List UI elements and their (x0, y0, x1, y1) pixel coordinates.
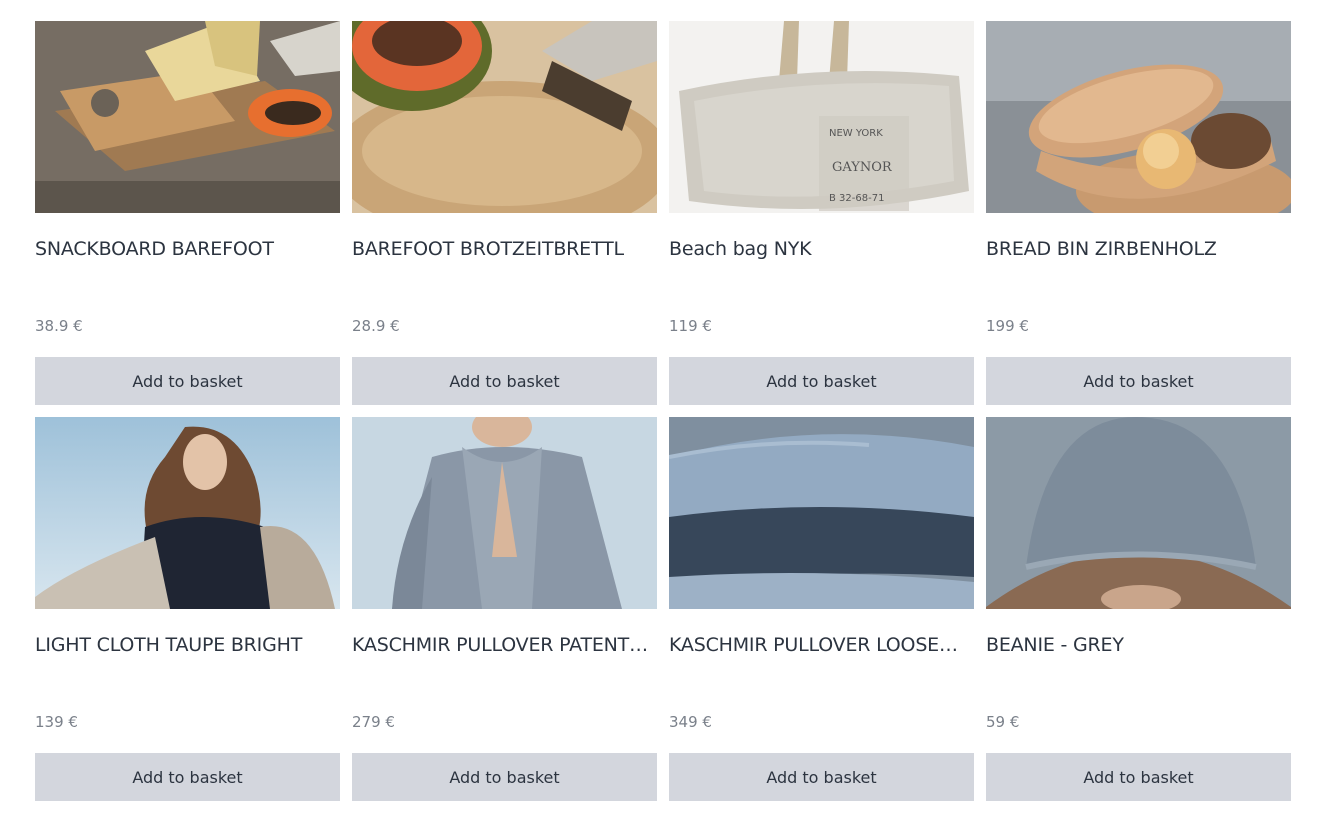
product-image-pullover-loose[interactable] (669, 417, 974, 609)
product-image-snackboard[interactable] (35, 21, 340, 213)
product-card: SNACKBOARD BAREFOOT 38.9 € Add to basket (35, 21, 340, 405)
product-card: LIGHT CLOTH TAUPE BRIGHT 139 € Add to ba… (35, 417, 340, 801)
product-grid: SNACKBOARD BAREFOOT 38.9 € Add to basket… (35, 21, 1291, 801)
product-price: 119 € (669, 317, 712, 335)
product-card: NEW YORK GAYNOR B 32-68-71 Beach bag NYK… (669, 21, 974, 405)
product-price: 349 € (669, 713, 712, 731)
product-card: BAREFOOT BROTZEITBRETTL 28.9 € Add to ba… (352, 21, 657, 405)
product-price: 279 € (352, 713, 395, 731)
product-price: 28.9 € (352, 317, 400, 335)
product-card: KASCHMIR PULLOVER PATENT… 279 € Add to b… (352, 417, 657, 801)
product-image-pullover-patent[interactable] (352, 417, 657, 609)
product-card: KASCHMIR PULLOVER LOOSE… 349 € Add to ba… (669, 417, 974, 801)
svg-text:NEW YORK: NEW YORK (829, 128, 883, 139)
product-price: 139 € (35, 713, 78, 731)
product-card: BREAD BIN ZIRBENHOLZ 199 € Add to basket (986, 21, 1291, 405)
add-to-basket-button[interactable]: Add to basket (669, 753, 974, 801)
product-title[interactable]: BAREFOOT BROTZEITBRETTL (352, 238, 657, 260)
svg-text:B 32-68-71: B 32-68-71 (829, 193, 884, 204)
add-to-basket-button[interactable]: Add to basket (986, 357, 1291, 405)
add-to-basket-button[interactable]: Add to basket (986, 753, 1291, 801)
product-image-bread-bin[interactable] (986, 21, 1291, 213)
product-title[interactable]: KASCHMIR PULLOVER LOOSE… (669, 634, 974, 656)
product-title[interactable]: BEANIE - GREY (986, 634, 1291, 656)
product-price: 38.9 € (35, 317, 83, 335)
add-to-basket-button[interactable]: Add to basket (35, 753, 340, 801)
product-title[interactable]: Beach bag NYK (669, 238, 974, 260)
add-to-basket-button[interactable]: Add to basket (352, 753, 657, 801)
svg-text:GAYNOR: GAYNOR (832, 160, 893, 175)
product-title[interactable]: BREAD BIN ZIRBENHOLZ (986, 238, 1291, 260)
product-image-beach-bag[interactable]: NEW YORK GAYNOR B 32-68-71 (669, 21, 974, 213)
product-image-brotzeitbrettl[interactable] (352, 21, 657, 213)
add-to-basket-button[interactable]: Add to basket (35, 357, 340, 405)
product-title[interactable]: KASCHMIR PULLOVER PATENT… (352, 634, 657, 656)
product-image-beanie[interactable] (986, 417, 1291, 609)
product-title[interactable]: LIGHT CLOTH TAUPE BRIGHT (35, 634, 340, 656)
add-to-basket-button[interactable]: Add to basket (669, 357, 974, 405)
product-price: 199 € (986, 317, 1029, 335)
add-to-basket-button[interactable]: Add to basket (352, 357, 657, 405)
product-price: 59 € (986, 713, 1020, 731)
product-card: BEANIE - GREY 59 € Add to basket (986, 417, 1291, 801)
product-image-light-cloth[interactable] (35, 417, 340, 609)
product-title[interactable]: SNACKBOARD BAREFOOT (35, 238, 340, 260)
